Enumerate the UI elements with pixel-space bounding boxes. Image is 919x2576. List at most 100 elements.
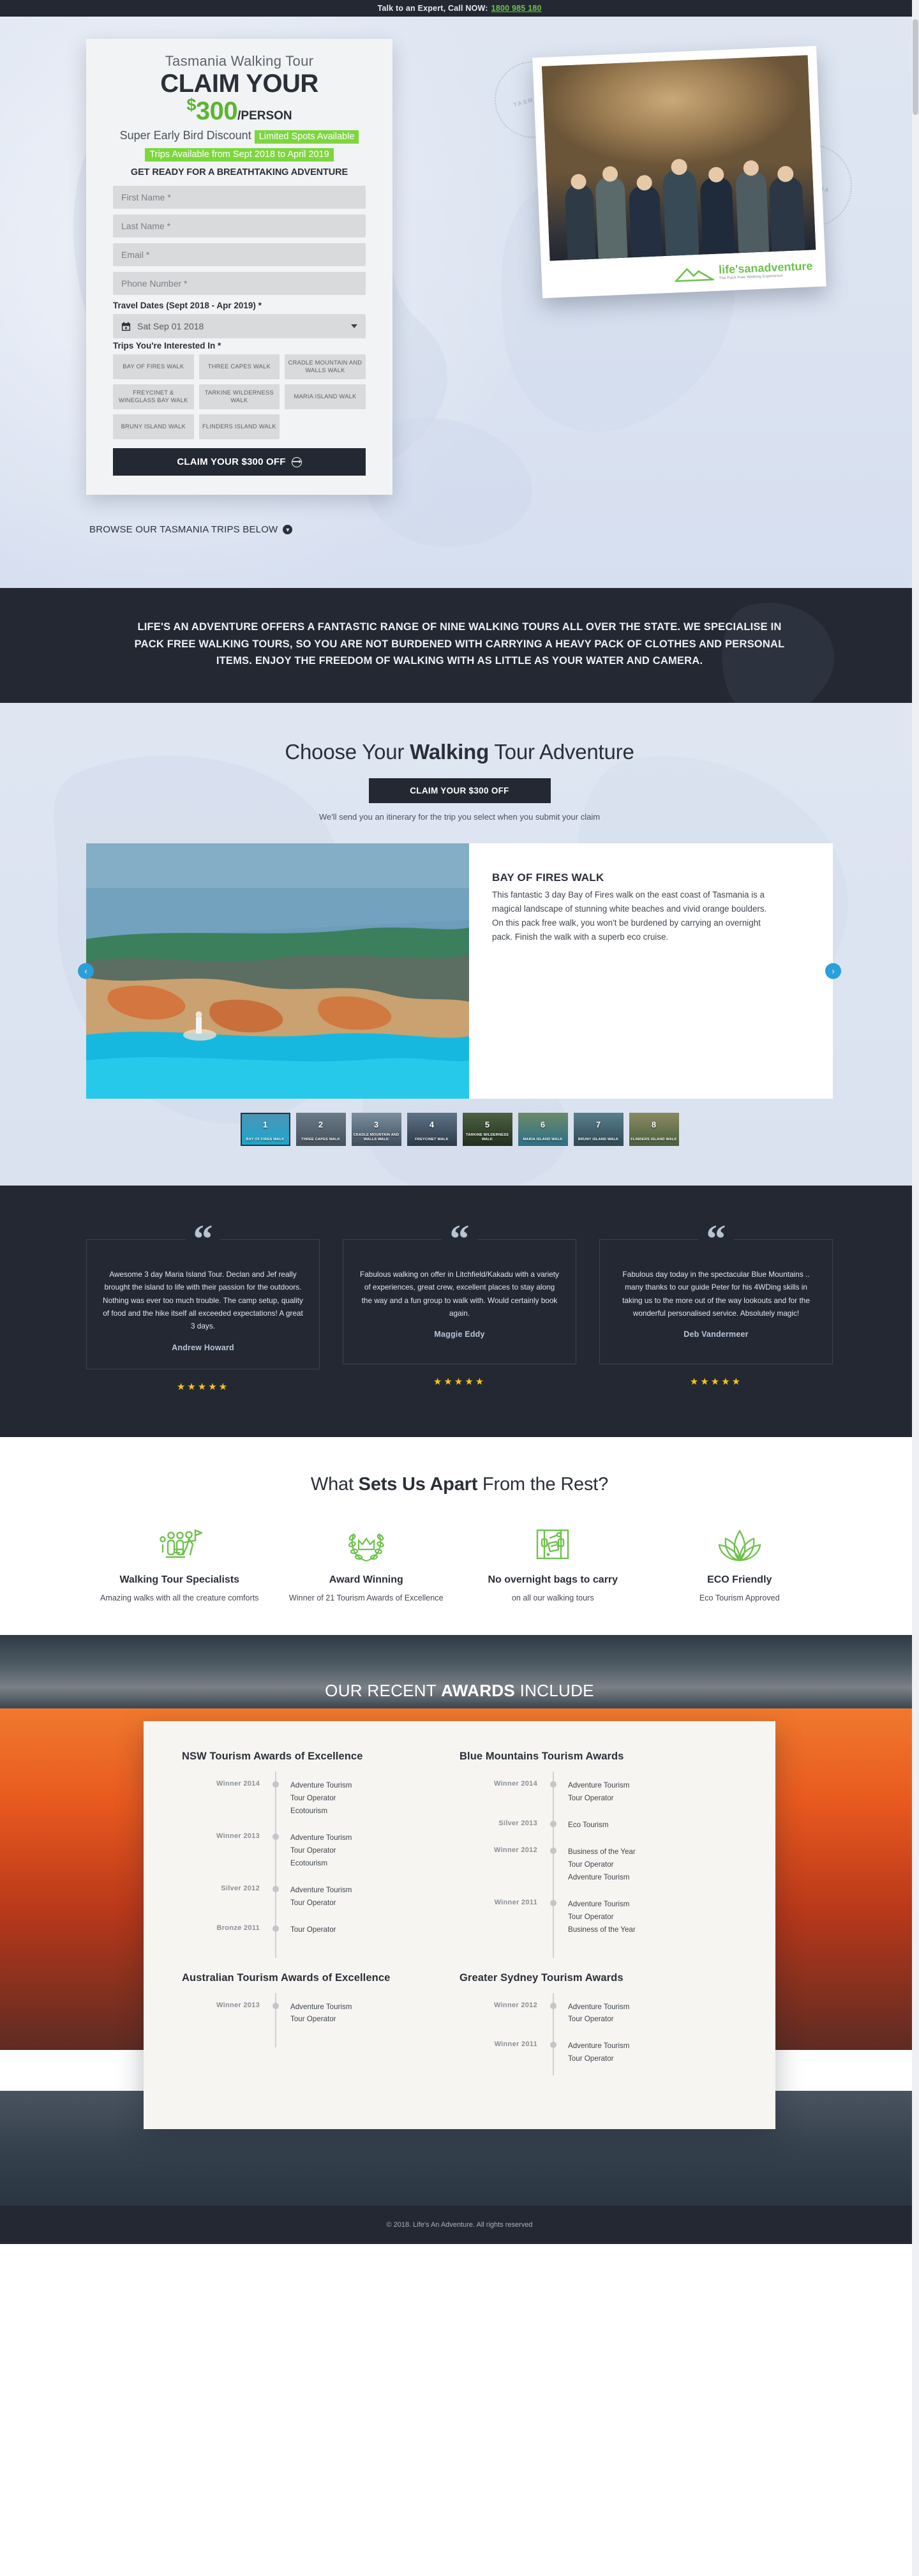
copyright-text: © 2018. Life's An Adventure. All rights … [386,2221,533,2229]
limited-spots-badge: Limited Spots Available [254,130,359,144]
laurel-crown-icon [285,1526,449,1565]
thumb-number: 4 [429,1120,435,1130]
carousel-thumb[interactable]: 8 FLINDERS ISLAND WALK [629,1113,679,1147]
trip-dates-badge: Trips Available from Sept 2018 to April … [145,148,334,162]
carousel-next-button[interactable]: › [825,963,841,979]
timeline-dot [550,1899,557,1906]
carousel-thumb[interactable]: 4 FREYCINET WALK [407,1113,457,1147]
timeline-dot [273,1781,279,1788]
first-name-input[interactable] [113,186,366,209]
testimonial-card: “ Fabulous day today in the spectacular … [599,1219,833,1392]
thumb-label: MARIA ISLAND WALK [523,1137,563,1141]
award-row: Winner 2013 Adventure Tourism Tour Opera… [215,1992,440,2048]
arrow-right-icon: ⟶ [291,456,302,467]
choose-tour-section: Choose Your Walking Tour Adventure CLAIM… [0,703,919,1186]
top-bar-text: Talk to an Expert, Call NOW: [377,4,488,13]
thumb-label: THREE CAPES WALK [301,1137,340,1141]
carousel-thumb[interactable]: 3 CRADLE MOUNTAIN AND WALLS WALK [351,1113,401,1147]
trips-label: Trips You're Interested In * [113,341,221,350]
trip-chip[interactable]: BRUNY ISLAND WALK [113,414,194,439]
discount-label: Super Early Bird Discount [119,129,251,142]
last-name-input[interactable] [113,215,366,237]
carousel-thumb[interactable]: 2 THREE CAPES WALK [295,1113,346,1147]
intro-statement-band: LIFE'S AN ADVENTURE OFFERS A FANTASTIC R… [0,588,919,704]
quote-icon: “ [442,1219,477,1259]
award-item: Ecotourism [290,1858,327,1867]
trip-chip[interactable]: MARIA ISLAND WALK [285,384,366,409]
trip-chip[interactable]: TARKINE WILDERNESS WALK [198,384,280,409]
walking-group-icon [98,1526,262,1565]
chevron-down-icon [351,324,357,328]
awards-title: OUR RECENT AWARDS INCLUDE [0,1635,919,1701]
award-item: Business of the Year [568,1847,636,1856]
testimonials-section: “ Awesome 3 day Maria Island Tour. Decla… [0,1186,919,1437]
phone-input[interactable] [113,272,366,295]
award-item: Adventure Tourism [290,1781,352,1790]
landing-page: Talk to an Expert, Call NOW: 1800 985 18… [0,0,919,2576]
award-item: Tour Operator [568,2015,614,2024]
award-row: Winner 2013 Adventure Tourism Tour Opera… [215,1823,440,1892]
choose-claim-button[interactable]: CLAIM YOUR $300 OFF [368,778,551,804]
award-year: Winner 2014 [493,1780,537,1788]
feature-title: No overnight bags to carry [488,1574,618,1585]
email-input[interactable] [113,243,366,266]
claim-offer-form: Tasmania Walking Tour CLAIM YOUR $300/PE… [86,39,392,495]
thumb-label: BRUNY ISLAND WALK [578,1137,619,1141]
trip-chip[interactable]: CRADLE MOUNTAIN AND WALLS WALK [285,354,366,379]
timeline-dot [273,1885,279,1892]
feature-desc: Eco Tourism Approved [699,1593,780,1602]
testimonial-quote: Awesome 3 day Maria Island Tour. Declan … [103,1270,303,1331]
scrollbar-thumb[interactable] [913,19,918,115]
star-rating: ★★★★★ [433,1376,486,1388]
timeline-dot [273,1925,279,1932]
carousel-thumb[interactable]: 5 TARKINE WILDERNESS WALK [462,1113,512,1147]
browse-trips-link[interactable]: BROWSE OUR TASMANIA TRIPS BELOW ▼ [89,524,293,535]
awards-column-title: Australian Tourism Awards of Excellence [182,1971,391,1984]
choose-title-bold: Walking [410,740,489,764]
apart-title: What Sets Us Apart From the Rest? [0,1474,919,1495]
quote-icon: “ [185,1219,221,1259]
award-item: Eco Tourism [568,1820,609,1829]
awards-column: NSW Tourism Awards of Excellence Winner … [182,1751,459,1958]
top-contact-bar: Talk to an Expert, Call NOW: 1800 985 18… [0,0,919,17]
feature-title: ECO Friendly [707,1574,772,1585]
award-items: Eco Tourism [560,1819,609,1832]
awards-title-post: INCLUDE [515,1681,594,1701]
mountain-icon [673,267,714,282]
award-item: Tour Operator [290,1846,336,1855]
thumb-number: 7 [595,1120,601,1130]
timeline-dot [550,1781,557,1788]
claim-submit-button[interactable]: CLAIM YOUR $300 OFF ⟶ [113,448,366,476]
award-item: Adventure Tourism [568,1899,630,1908]
trip-chip[interactable]: FREYCINET & WINEGLASS BAY WALK [113,384,194,409]
thumb-number: 3 [373,1120,379,1130]
carousel-prev-button[interactable]: ‹ [78,963,94,979]
travel-date-select[interactable]: Sat Sep 01 2018 [113,314,366,338]
carousel-thumb[interactable]: 7 BRUNY ISLAND WALK [573,1113,624,1147]
award-items: Tour Operator [283,1924,336,1936]
carousel-slide-text: BAY OF FIRES WALK This fantastic 3 day B… [469,843,833,1099]
award-item: Adventure Tourism [290,1885,352,1894]
choose-title-post: Tour Adventure [489,740,634,764]
carousel-thumb[interactable]: 1 BAY OF FIRES WALK [240,1113,290,1147]
trip-chip[interactable]: BAY OF FIRES WALK [113,354,194,379]
award-item: Tour Operator [290,2015,336,2024]
award-items: Adventure Tourism Tour Operator [560,1779,629,1805]
award-item: Adventure Tourism [568,1872,630,1881]
award-year: Winner 2012 [493,1846,537,1854]
timeline-dot [550,2002,557,2009]
feature-desc: Winner of 21 Tourism Awards of Excellenc… [288,1593,444,1602]
feature-item: ECO Friendly Eco Tourism Approved [646,1526,833,1605]
choose-title-pre: Choose Your [285,740,410,764]
trip-chip[interactable]: FLINDERS ISLAND WALK [198,414,280,439]
testimonial-card: “ Fabulous walking on offer in Litchfiel… [343,1219,576,1392]
form-headline: CLAIM YOUR $300/PERSON [113,71,366,124]
awards-section: OUR RECENT AWARDS INCLUDE NSW Tourism Aw… [0,1635,919,2245]
thumb-number: 8 [651,1120,657,1130]
phone-link[interactable]: 1800 985 180 [491,4,542,13]
testimonial-card: “ Awesome 3 day Maria Island Tour. Decla… [86,1219,320,1392]
trip-chip[interactable]: THREE CAPES WALK [198,354,280,379]
carousel-thumb[interactable]: 6 MARIA ISLAND WALK [518,1113,568,1147]
timeline-dot [273,1833,279,1840]
scrollbar-track[interactable] [912,0,919,2576]
